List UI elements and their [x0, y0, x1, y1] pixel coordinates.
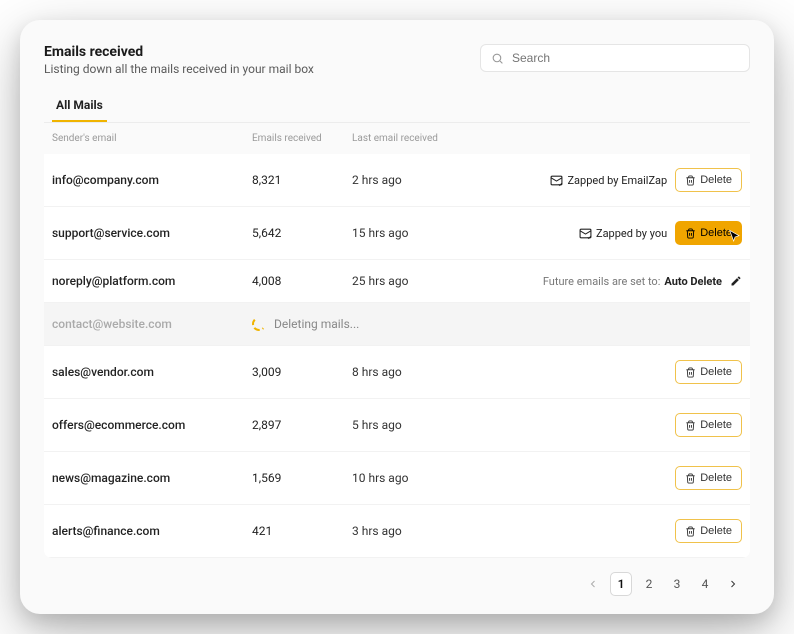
delete-button[interactable]: Delete: [675, 466, 742, 490]
cell-status: Delete: [492, 466, 742, 490]
cell-sender: support@service.com: [52, 226, 252, 240]
status-label: Zapped by EmailZap: [567, 174, 667, 187]
status-badge: Future emails are set to: Auto Delete: [543, 275, 722, 288]
delete-button[interactable]: Delete: [675, 360, 742, 384]
cell-status: Future emails are set to: Auto Delete: [492, 275, 742, 288]
delete-button[interactable]: Delete: [675, 221, 742, 245]
cell-last: 2 hrs ago: [352, 173, 492, 187]
cell-last: 5 hrs ago: [352, 418, 492, 432]
trash-icon: [685, 420, 696, 431]
tab-all-mails[interactable]: All Mails: [52, 90, 107, 122]
delete-button[interactable]: Delete: [675, 519, 742, 543]
table-row: support@service.com5,64215 hrs agoZapped…: [44, 207, 750, 260]
cell-last: 8 hrs ago: [352, 365, 492, 379]
col-header-sender: Sender's email: [52, 133, 252, 144]
status-badge: Zapped by EmailZap: [550, 174, 667, 187]
trash-icon: [685, 473, 696, 484]
delete-label: Delete: [700, 419, 732, 431]
cell-count: 4,008: [252, 274, 352, 288]
cell-status: Zapped by you Delete: [492, 221, 742, 245]
page-number[interactable]: 2: [638, 572, 660, 596]
table-row: news@magazine.com1,56910 hrs ago Delete: [44, 452, 750, 505]
cell-status: Delete: [492, 360, 742, 384]
trash-icon: [685, 526, 696, 537]
cell-last: 10 hrs ago: [352, 471, 492, 485]
cell-sender: news@magazine.com: [52, 471, 252, 485]
trash-icon: [685, 175, 696, 186]
mail-check-icon: [579, 227, 592, 240]
search-box[interactable]: [480, 44, 750, 72]
page-number[interactable]: 4: [694, 572, 716, 596]
deleting-indicator: Deleting mails...: [252, 317, 359, 331]
pagination: 1234: [44, 558, 750, 596]
table-header: Sender's email Emails received Last emai…: [44, 123, 750, 154]
deleting-text: Deleting mails...: [274, 317, 359, 331]
spinner-icon: [252, 317, 266, 331]
emails-panel: Emails received Listing down all the mai…: [20, 20, 774, 614]
cell-count: 3,009: [252, 365, 352, 379]
col-header-last: Last email received: [352, 133, 492, 144]
cell-last: 15 hrs ago: [352, 226, 492, 240]
trash-icon: [685, 367, 696, 378]
panel-header: Emails received Listing down all the mai…: [44, 44, 750, 76]
table-body: info@company.com8,3212 hrs agoZapped by …: [44, 154, 750, 558]
table-row: noreply@platform.com4,00825 hrs ago Futur…: [44, 260, 750, 303]
mail-check-icon: [550, 174, 563, 187]
page-number[interactable]: 3: [666, 572, 688, 596]
cell-sender: info@company.com: [52, 173, 252, 187]
table-row: contact@website.com Deleting mails...: [44, 303, 750, 346]
page-subtitle: Listing down all the mails received in y…: [44, 62, 314, 76]
status-label: Zapped by you: [596, 227, 667, 240]
table-row: sales@vendor.com3,0098 hrs ago Delete: [44, 346, 750, 399]
page-next[interactable]: [722, 572, 744, 596]
status-badge: Zapped by you: [579, 227, 667, 240]
delete-label: Delete: [700, 366, 732, 378]
status-value: Auto Delete: [664, 275, 722, 288]
cell-status: Delete: [492, 519, 742, 543]
cell-count: 5,642: [252, 226, 352, 240]
cell-last: 3 hrs ago: [352, 524, 492, 538]
edit-button[interactable]: [730, 275, 742, 287]
cell-status: Delete: [492, 413, 742, 437]
status-prefix: Future emails are set to:: [543, 275, 661, 288]
cell-count: 421: [252, 524, 352, 538]
table-row: offers@ecommerce.com2,8975 hrs ago Delete: [44, 399, 750, 452]
table-row: alerts@finance.com4213 hrs ago Delete: [44, 505, 750, 558]
delete-button[interactable]: Delete: [675, 413, 742, 437]
pencil-icon: [730, 275, 742, 287]
delete-label: Delete: [700, 525, 732, 537]
cell-last: 25 hrs ago: [352, 274, 492, 288]
table-row: info@company.com8,3212 hrs agoZapped by …: [44, 154, 750, 207]
delete-button[interactable]: Delete: [675, 168, 742, 192]
cell-sender: noreply@platform.com: [52, 274, 252, 288]
cell-sender: alerts@finance.com: [52, 524, 252, 538]
col-header-count: Emails received: [252, 133, 352, 144]
delete-label: Delete: [700, 472, 732, 484]
page-number[interactable]: 1: [610, 572, 632, 596]
search-input[interactable]: [512, 51, 739, 65]
cell-sender: sales@vendor.com: [52, 365, 252, 379]
delete-label: Delete: [700, 174, 732, 186]
cell-count: 8,321: [252, 173, 352, 187]
trash-icon: [685, 228, 696, 239]
cell-sender: contact@website.com: [52, 317, 252, 331]
page-title: Emails received: [44, 44, 314, 60]
cell-status: Zapped by EmailZap Delete: [492, 168, 742, 192]
tabs: All Mails: [44, 90, 750, 123]
cell-count: 1,569: [252, 471, 352, 485]
page-prev[interactable]: [582, 572, 604, 596]
cursor-icon: [727, 229, 743, 245]
cell-count: 2,897: [252, 418, 352, 432]
cell-sender: offers@ecommerce.com: [52, 418, 252, 432]
search-icon: [491, 52, 504, 65]
